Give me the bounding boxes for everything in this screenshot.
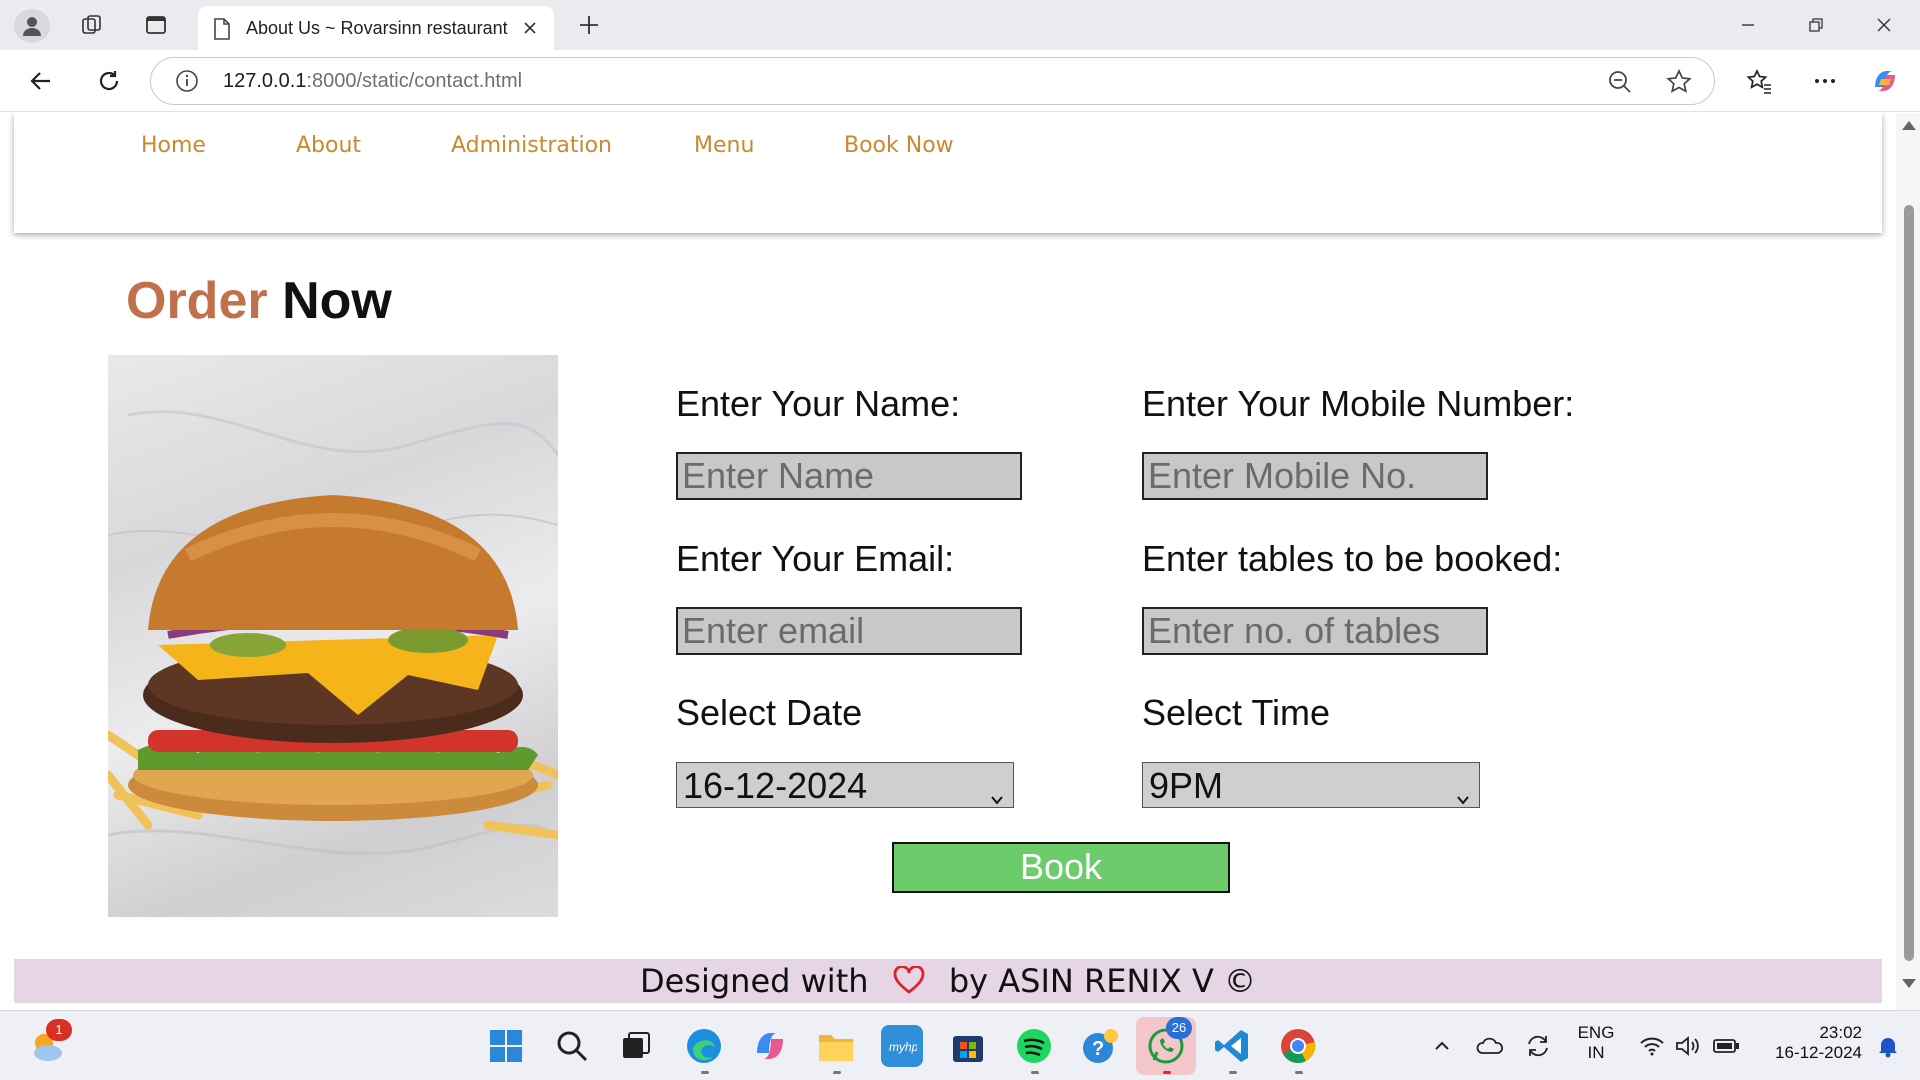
workspaces-icon[interactable] [78,12,106,38]
nav-menu-link[interactable]: Menu [694,133,754,158]
address-bar[interactable]: 127.0.0.1:8000/static/contact.html [150,57,1715,105]
nav-administration-link[interactable]: Administration [451,133,612,158]
new-tab-icon[interactable] [574,10,604,40]
page-icon [212,17,232,46]
more-options-icon[interactable] [1808,64,1842,98]
restore-icon[interactable] [1796,10,1836,40]
date-select-value: 16-12-2024 [683,765,868,806]
nav-home-link[interactable]: Home [141,133,206,158]
email-label: Enter Your Email: [676,538,955,579]
reload-icon[interactable] [92,64,126,98]
browser-tab-bar: About Us ~ Rovarsinn restaurant [0,0,1920,50]
url-text[interactable]: 127.0.0.1:8000/static/contact.html [223,70,522,93]
chrome-icon[interactable] [1277,1025,1319,1067]
svg-text:?: ? [1092,1038,1104,1060]
close-window-icon[interactable] [1864,10,1904,40]
date-select[interactable]: 16-12-2024 [676,762,1014,808]
copilot-taskbar-icon[interactable] [749,1025,791,1067]
scroll-up-arrow-icon[interactable] [1902,121,1916,130]
onedrive-icon[interactable] [1470,1025,1510,1067]
edge-icon[interactable] [683,1025,725,1067]
name-input[interactable] [676,452,1022,500]
get-help-icon[interactable]: ? [1079,1025,1121,1067]
tables-label: Enter tables to be booked: [1142,538,1563,579]
name-label: Enter Your Name: [676,383,961,424]
whatsapp-badge: 26 [1166,1017,1192,1039]
mobile-label: Enter Your Mobile Number: [1142,383,1575,424]
language-indicator[interactable]: ENG IN [1576,1023,1616,1063]
page-title: Order Now [126,272,392,330]
scroll-down-arrow-icon[interactable] [1902,979,1916,988]
task-view-icon[interactable] [615,1025,657,1067]
svg-text:myhp: myhp [889,1040,917,1054]
nav-book-now-link[interactable]: Book Now [844,133,954,158]
chevron-up-icon[interactable] [1422,1025,1462,1067]
battery-icon[interactable] [1706,1025,1746,1067]
time-label: Select Time [1142,692,1331,733]
file-explorer-icon[interactable] [815,1025,857,1067]
zoom-out-icon[interactable] [1607,69,1633,100]
chevron-down-icon [1455,775,1471,817]
back-icon[interactable] [24,64,58,98]
scroll-thumb[interactable] [1904,205,1914,961]
search-icon[interactable] [551,1025,593,1067]
vscode-icon[interactable] [1211,1025,1253,1067]
favorite-star-icon[interactable] [1665,68,1693,101]
time-select-value: 9PM [1149,765,1224,806]
clock[interactable]: 23:02 16-12-2024 [1756,1023,1862,1063]
volume-icon[interactable] [1668,1025,1708,1067]
heart-icon [893,961,925,1005]
favorites-icon[interactable] [1742,64,1776,98]
burger-image [108,355,558,917]
site-footer: Designed with by ASIN RENIX V © [14,959,1882,1003]
site-info-icon[interactable] [175,69,199,98]
nav-about-link[interactable]: About [296,133,361,158]
taskbar: 1 myhp ? 26 ENG IN 23:02 16-12-2024 [0,1010,1920,1080]
myhp-icon[interactable]: myhp [881,1025,923,1067]
sync-icon[interactable] [1518,1025,1558,1067]
profile-icon[interactable] [14,9,50,43]
email-input[interactable] [676,607,1022,655]
page-scrollbar[interactable] [1896,113,1920,1010]
site-header: Home About Administration Menu Book Now [14,113,1882,233]
footer-text-before: Designed with [639,962,869,1000]
vertical-tabs-icon[interactable] [142,12,170,38]
copilot-icon[interactable] [1868,64,1902,98]
date-label: Select Date [676,692,863,733]
notification-bell-icon[interactable] [1868,1025,1908,1067]
tab-close-icon[interactable] [518,16,542,40]
spotify-icon[interactable] [1013,1025,1055,1067]
footer-text-after: by ASIN RENIX V © [948,962,1257,1000]
windows-start-icon[interactable] [485,1025,527,1067]
active-tab[interactable]: About Us ~ Rovarsinn restaurant [198,6,554,50]
mobile-input[interactable] [1142,452,1488,500]
book-button[interactable]: Book [892,842,1230,893]
microsoft-store-icon[interactable] [947,1025,989,1067]
time-select[interactable]: 9PM [1142,762,1480,808]
page-viewport: Home About Administration Menu Book Now … [0,113,1920,1010]
chevron-down-icon [989,775,1005,817]
tab-title: About Us ~ Rovarsinn restaurant [246,18,508,38]
minimize-icon[interactable] [1728,10,1768,40]
weather-badge: 1 [46,1019,72,1041]
browser-toolbar: 127.0.0.1:8000/static/contact.html [0,50,1920,112]
tables-input[interactable] [1142,607,1488,655]
wifi-icon[interactable] [1632,1025,1672,1067]
